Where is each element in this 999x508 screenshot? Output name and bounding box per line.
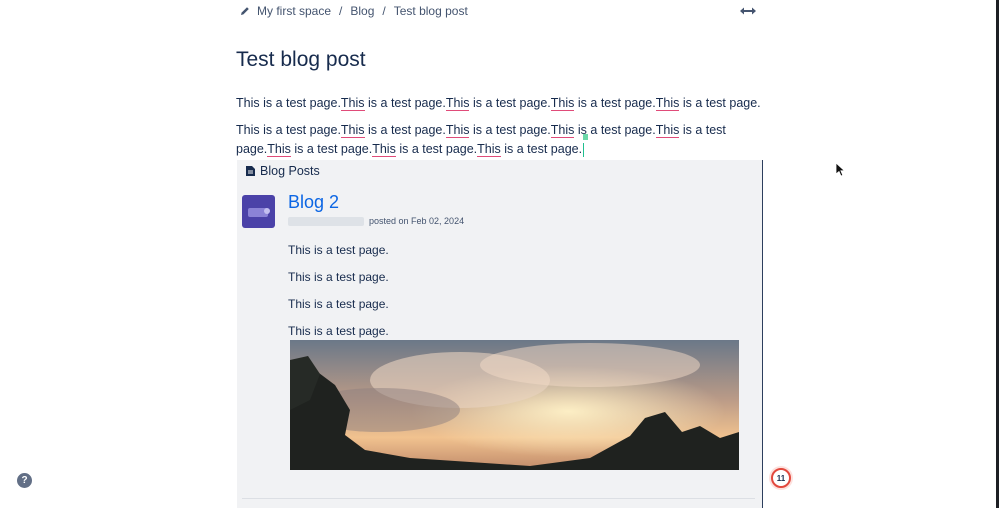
paragraph-text: is a test page. (395, 142, 478, 156)
author-name-redacted[interactable] (288, 216, 364, 226)
blog-posts-label: Blog Posts (260, 164, 320, 178)
paragraph-text: is a test page. (364, 123, 446, 137)
blog-post-title[interactable]: Blog 2 (288, 192, 339, 213)
paragraph-text: This is a test page. (236, 123, 341, 137)
breadcrumb-separator: / (382, 4, 386, 18)
paragraph-1[interactable]: This is a test page.This is a test page.… (236, 94, 766, 113)
post-text-line: This is a test page. (288, 270, 389, 284)
spellcheck-word[interactable]: This (550, 96, 575, 111)
mouse-cursor-icon (836, 163, 846, 177)
page-title: Test blog post (236, 48, 366, 71)
avatar-image (247, 207, 270, 217)
paragraph-text: is a test page. (574, 96, 656, 110)
help-button[interactable]: ? (17, 473, 32, 488)
spellcheck-word[interactable]: This (340, 123, 365, 138)
pencil-icon (241, 7, 249, 15)
collaborator-flag (583, 134, 589, 140)
spellcheck-word[interactable]: This (477, 142, 501, 157)
blog-posts-macro: Blog Posts Blog 2 posted on Feb 02, 2024… (237, 160, 763, 508)
paragraph-text: This is a test page. (236, 96, 341, 110)
collaborator-caret (583, 142, 585, 157)
expand-width-icon (740, 7, 756, 15)
post-meta: posted on Feb 02, 2024 (288, 216, 464, 226)
post-text-line: This is a test page. (288, 297, 389, 311)
spellcheck-word[interactable]: This (445, 123, 470, 138)
avatar[interactable] (242, 195, 275, 228)
spellcheck-word[interactable]: This (655, 123, 680, 138)
spellcheck-word[interactable]: This (655, 96, 680, 111)
divider (242, 498, 755, 499)
post-text-line: This is a test page. (288, 324, 389, 338)
paragraph-text: is a test page. (364, 96, 446, 110)
spellcheck-word[interactable]: This (550, 123, 575, 138)
spellcheck-word[interactable]: This (445, 96, 470, 111)
paragraph-text: is a test page. (290, 142, 373, 156)
paragraph-2[interactable]: This is a test page.This is a test page.… (236, 121, 766, 159)
post-date: posted on Feb 02, 2024 (369, 216, 465, 226)
paragraph-text: is a test page. (679, 96, 761, 110)
spellcheck-word[interactable]: This (267, 142, 291, 157)
help-icon: ? (21, 475, 28, 486)
breadcrumb: My first space / Blog / Test blog post (239, 3, 468, 19)
paragraph-text: is a test page. (469, 123, 551, 137)
blog-posts-header: Blog Posts (246, 164, 320, 178)
sunset-clouds-image (290, 340, 739, 470)
post-image[interactable] (290, 340, 739, 470)
breadcrumb-separator: / (339, 4, 343, 18)
breadcrumb-space[interactable]: My first space (257, 4, 331, 18)
breadcrumb-blog[interactable]: Blog (350, 4, 374, 18)
paragraph-text: is a test page. (500, 142, 583, 156)
paragraph-text: is a test page. (469, 96, 551, 110)
notification-count: 11 (776, 473, 786, 483)
notification-badge[interactable]: 11 (771, 468, 791, 488)
document-icon (246, 166, 255, 176)
breadcrumb-page[interactable]: Test blog post (394, 4, 468, 18)
post-text-line: This is a test page. (288, 243, 389, 257)
expand-width-button[interactable] (739, 4, 757, 18)
spellcheck-word[interactable]: This (372, 142, 396, 157)
spellcheck-word[interactable]: This (340, 96, 365, 111)
